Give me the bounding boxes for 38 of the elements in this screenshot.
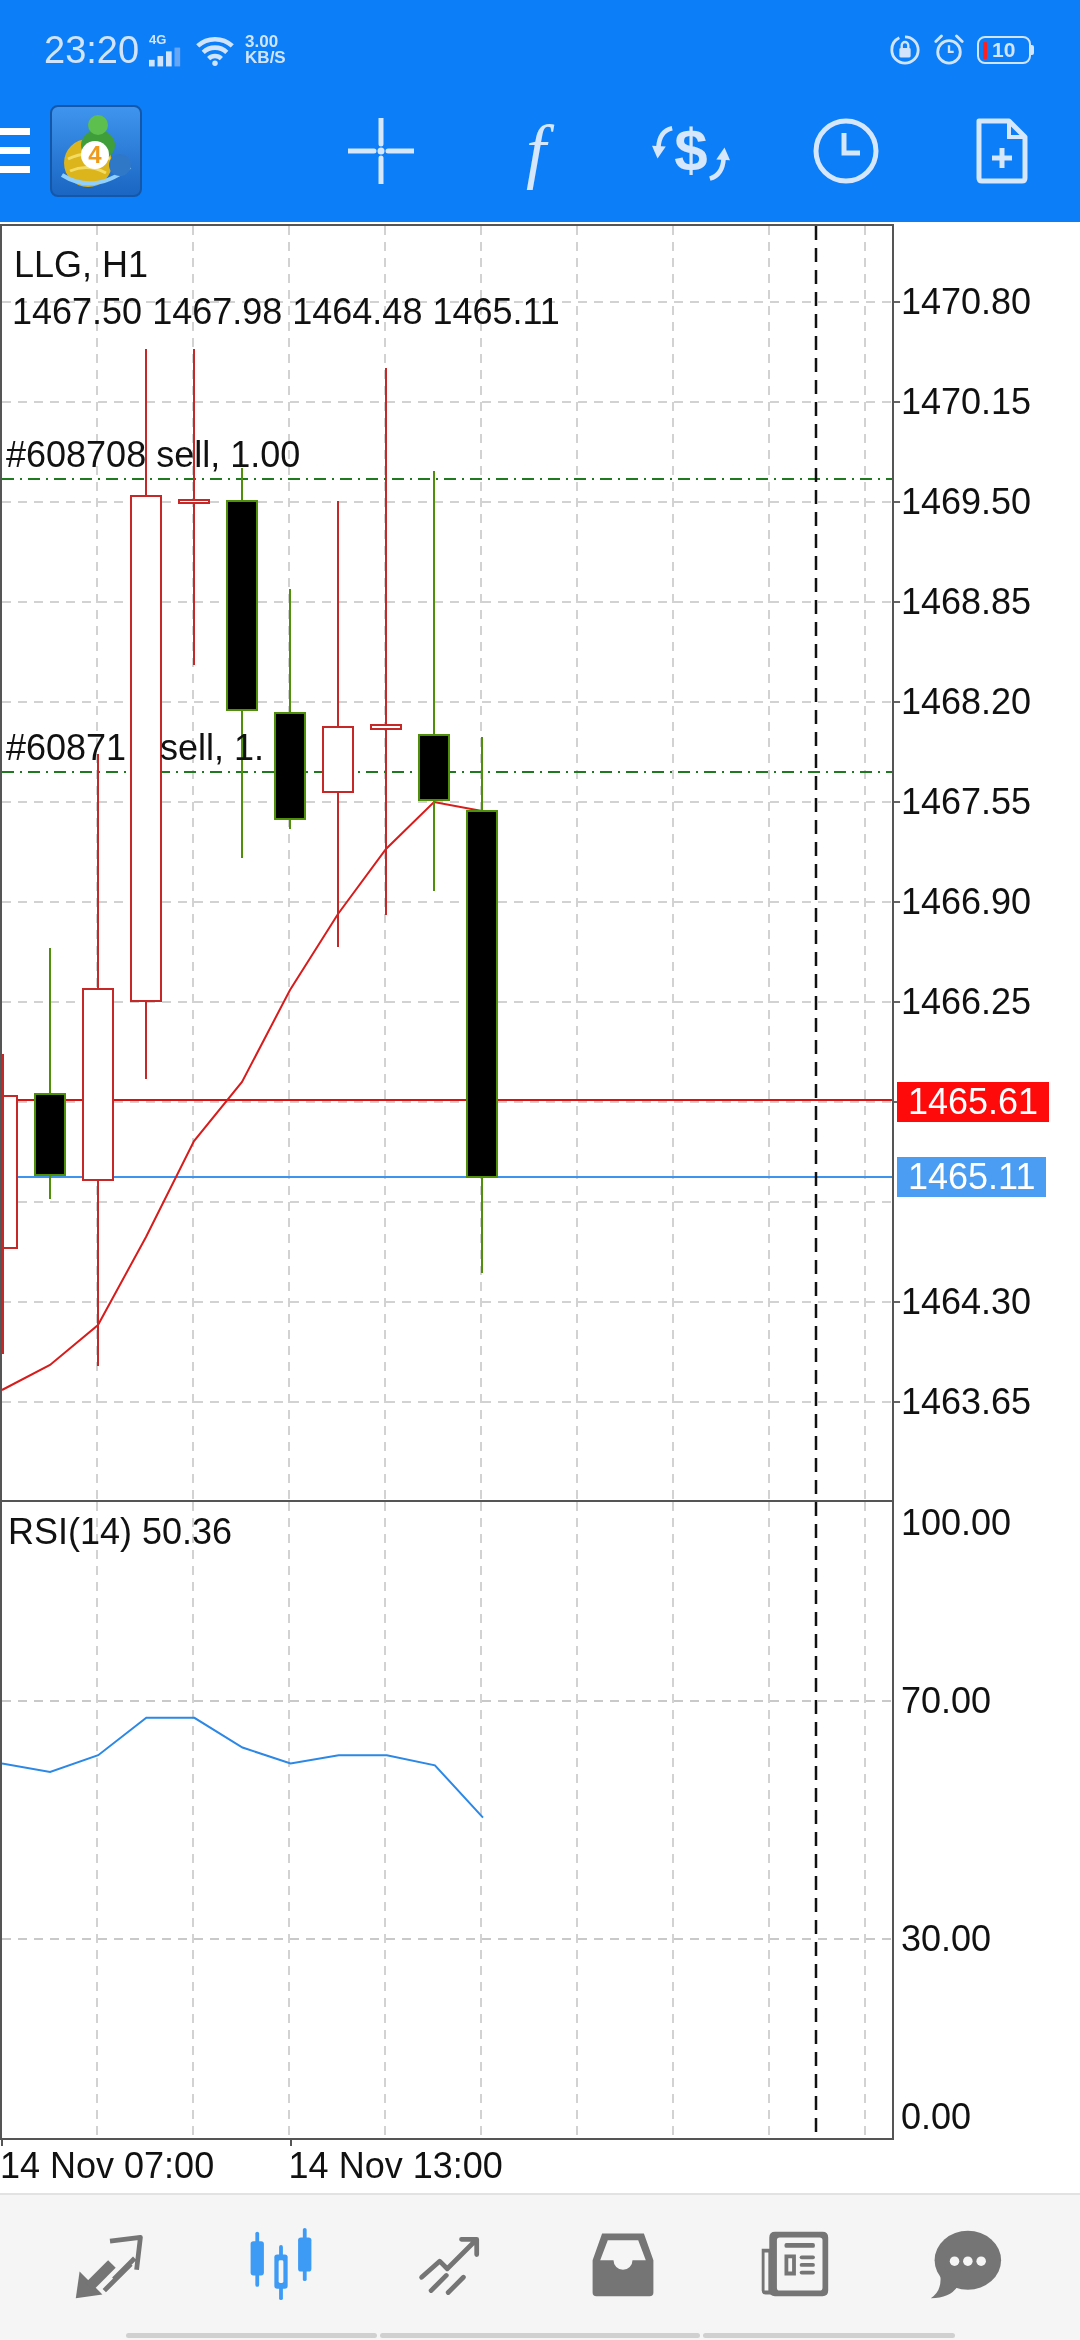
price-label: 1467.55 [901, 781, 1032, 823]
price-label: 1468.85 [901, 581, 1032, 623]
price-label: 1470.15 [901, 381, 1032, 423]
bid-price-tag: 1465.11 [897, 1157, 1047, 1197]
price-label: 1466.25 [901, 981, 1032, 1023]
time-label: 14 Nov 13:00 [288, 2145, 503, 2187]
network-type: 4G [149, 33, 168, 46]
time-label: 14 Nov 07:00 [0, 2145, 215, 2187]
speed-unit: KB/S [245, 50, 286, 66]
clock-icon [813, 118, 879, 184]
chart-symbol-title: LLG, H1 [14, 244, 149, 286]
price-label: 1466.90 [901, 881, 1032, 923]
toolbar-button[interactable]: $ [651, 115, 731, 187]
ask-price-tag: 1465.61 [897, 1082, 1050, 1122]
menu-icon [0, 128, 30, 174]
rsi-level-label: 0.00 [901, 2096, 972, 2139]
ohlc-values: 1467.50 1467.98 1464.48 1465.11 [12, 291, 560, 333]
order-label: #60871 [6, 727, 127, 769]
price-label: 1468.20 [901, 681, 1032, 723]
rotation-lock-icon [889, 34, 921, 66]
curved-arrow-icon [652, 123, 675, 161]
status-time: 23:20 [44, 28, 140, 72]
rsi-indicator-title: RSI(14) 50.36 [8, 1511, 233, 1553]
price-label: 1470.80 [901, 281, 1032, 323]
price-label: 1469.50 [901, 481, 1032, 523]
rsi-level-label: 30.00 [901, 1917, 992, 1960]
menu-button[interactable] [0, 128, 30, 174]
alarm-clock-icon [933, 34, 965, 66]
wifi-icon [195, 34, 236, 66]
document-plus-icon [974, 118, 1028, 184]
rsi-level-label: 100.00 [901, 1501, 1012, 1544]
crosshair-icon [348, 118, 414, 184]
battery-percent: 10 [992, 39, 1016, 61]
price-label: 1464.30 [901, 1281, 1032, 1323]
rsi-level-label: 70.00 [901, 1680, 992, 1723]
price-label: 1463.65 [901, 1381, 1032, 1423]
curved-arrow-icon [707, 145, 730, 183]
speed-value: 3.00 [245, 34, 280, 50]
